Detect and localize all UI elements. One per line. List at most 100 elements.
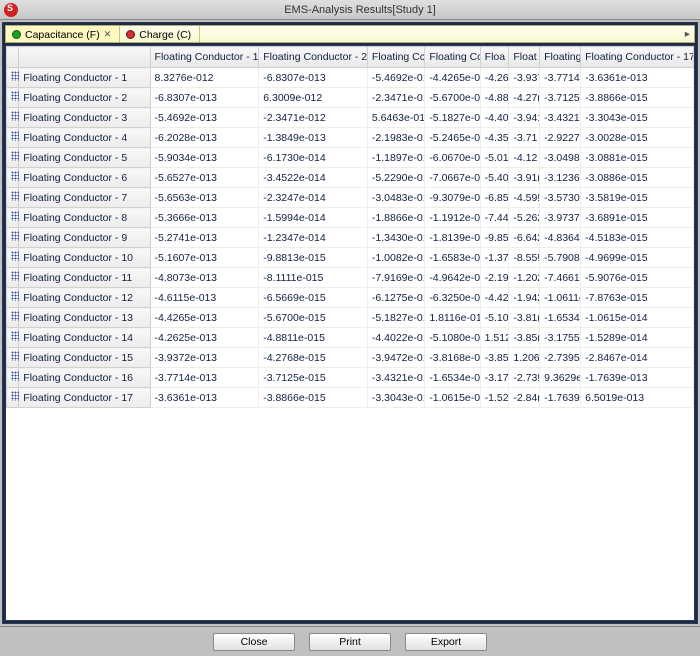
print-button[interactable]: Print [309,633,391,651]
table-row[interactable]: Floating Conductor - 18.3276e-012-6.8307… [7,68,694,88]
data-cell[interactable]: 6.5019e-013 [581,388,694,408]
data-cell[interactable]: -5.2290e-01 [367,168,424,188]
row-drag-handle[interactable] [7,368,19,388]
data-cell[interactable]: -7.44 [480,208,509,228]
data-cell[interactable]: -7.9169e-01 [367,268,424,288]
close-button[interactable]: Close [213,633,295,651]
table-row[interactable]: Floating Conductor - 11-4.8073e-013-8.11… [7,268,694,288]
data-cell[interactable]: -3.6361e-013 [581,68,694,88]
row-drag-handle[interactable] [7,308,19,328]
data-cell[interactable]: -1.8139e-01 [425,228,480,248]
data-cell[interactable]: -3.7714e-013 [150,368,259,388]
row-drag-handle[interactable] [7,168,19,188]
data-cell[interactable]: -4.4022e-01 [367,328,424,348]
row-header[interactable]: Floating Conductor - 17 [19,388,150,408]
table-row[interactable]: Floating Conductor - 7-5.6563e-013-2.324… [7,188,694,208]
data-cell[interactable]: -3.4321e [540,108,581,128]
row-header[interactable]: Floating Conductor - 9 [19,228,150,248]
tab-charge[interactable]: Charge (C) [120,26,200,42]
data-cell[interactable]: -1.1912e-01 [425,208,480,228]
data-cell[interactable]: -2.3247e-014 [259,188,368,208]
data-cell[interactable]: -3.8866e-015 [259,388,368,408]
row-drag-handle[interactable] [7,248,19,268]
data-cell[interactable]: 1.206 [509,348,540,368]
data-cell[interactable]: -1.1897e-01 [367,148,424,168]
export-button[interactable]: Export [405,633,487,651]
row-header[interactable]: Floating Conductor - 16 [19,368,150,388]
data-cell[interactable]: -4.40 [480,108,509,128]
data-cell[interactable]: -1.942 [509,288,540,308]
data-cell[interactable]: -2.3471e-012 [259,108,368,128]
data-cell[interactable]: -3.5730e [540,188,581,208]
data-cell[interactable]: -3.9472e-01 [367,348,424,368]
data-cell[interactable]: -3.937 [509,68,540,88]
data-cell[interactable]: -5.01 [480,148,509,168]
data-cell[interactable]: -4.2625e-013 [150,328,259,348]
data-cell[interactable]: -1.0611e [540,288,581,308]
data-cell[interactable]: -1.0615e-01 [425,388,480,408]
data-cell[interactable]: -4.4265e-013 [150,308,259,328]
data-cell[interactable]: -1.5289e-014 [581,328,694,348]
col-header[interactable]: Floating Conductor - 1 [150,47,259,68]
data-cell[interactable]: -5.7908e [540,248,581,268]
row-header[interactable]: Floating Conductor - 6 [19,168,150,188]
data-cell[interactable]: -4.8073e-013 [150,268,259,288]
data-cell[interactable]: -7.0667e-01 [425,168,480,188]
col-header[interactable]: Floating Cc [425,47,480,68]
data-cell[interactable]: -1.202 [509,268,540,288]
row-drag-handle[interactable] [7,348,19,368]
col-header[interactable]: Float [509,47,540,68]
table-row[interactable]: Floating Conductor - 13-4.4265e-013-5.67… [7,308,694,328]
data-cell[interactable]: -6.8307e-013 [259,68,368,88]
data-cell[interactable]: 6.3009e-012 [259,88,368,108]
data-cell[interactable]: -1.3430e-01 [367,228,424,248]
data-cell[interactable]: -9.3079e-01 [425,188,480,208]
row-header[interactable]: Floating Conductor - 15 [19,348,150,368]
data-cell[interactable]: -1.7639e [540,388,581,408]
row-drag-handle[interactable] [7,128,19,148]
data-cell[interactable]: -1.7639e-013 [581,368,694,388]
data-cell[interactable]: -4.27( [509,88,540,108]
data-cell[interactable]: -5.4692e-013 [150,108,259,128]
data-cell[interactable]: -1.6534e-01 [425,368,480,388]
data-cell[interactable]: -3.81( [509,308,540,328]
table-row[interactable]: Floating Conductor - 2-6.8307e-0136.3009… [7,88,694,108]
data-cell[interactable]: -4.2768e-015 [259,348,368,368]
data-cell[interactable]: -3.0881e-015 [581,148,694,168]
data-cell[interactable]: -2.7395e [540,348,581,368]
data-cell[interactable]: -3.0483e-01 [367,188,424,208]
data-cell[interactable]: -2.1983e-01 [367,128,424,148]
row-drag-handle[interactable] [7,188,19,208]
data-cell[interactable]: -3.9372e-013 [150,348,259,368]
row-header[interactable]: Floating Conductor - 12 [19,288,150,308]
col-header[interactable]: Floating Conductor - 17 [581,47,694,68]
data-cell[interactable]: -1.6583e-01 [425,248,480,268]
row-drag-handle[interactable] [7,268,19,288]
close-icon[interactable]: ✕ [104,29,112,40]
data-cell[interactable]: -6.8307e-013 [150,88,259,108]
row-header[interactable]: Floating Conductor - 4 [19,128,150,148]
tab-capacitance[interactable]: Capacitance (F) ✕ [6,26,120,42]
table-row[interactable]: Floating Conductor - 6-5.6527e-013-3.452… [7,168,694,188]
data-cell[interactable]: -8.1111e-015 [259,268,368,288]
data-cell[interactable]: -7.4661e [540,268,581,288]
data-cell[interactable]: -5.1607e-013 [150,248,259,268]
row-header[interactable]: Floating Conductor - 14 [19,328,150,348]
col-header[interactable]: Floating [540,47,581,68]
row-header[interactable]: Floating Conductor - 2 [19,88,150,108]
row-header[interactable]: Floating Conductor - 5 [19,148,150,168]
table-row[interactable]: Floating Conductor - 9-5.2741e-013-1.234… [7,228,694,248]
data-cell[interactable]: -3.0498e [540,148,581,168]
row-header[interactable]: Floating Conductor - 13 [19,308,150,328]
row-drag-handle[interactable] [7,208,19,228]
data-cell[interactable]: -4.9642e-01 [425,268,480,288]
data-cell[interactable]: -6.1730e-014 [259,148,368,168]
data-cell[interactable]: -1.6534e [540,308,581,328]
row-drag-handle[interactable] [7,108,19,128]
data-cell[interactable]: -4.4265e-01 [425,68,480,88]
row-drag-handle[interactable] [7,328,19,348]
data-cell[interactable]: -2.19 [480,268,509,288]
row-header[interactable]: Floating Conductor - 3 [19,108,150,128]
data-cell[interactable]: -1.0082e-01 [367,248,424,268]
data-cell[interactable]: -6.1275e-01 [367,288,424,308]
